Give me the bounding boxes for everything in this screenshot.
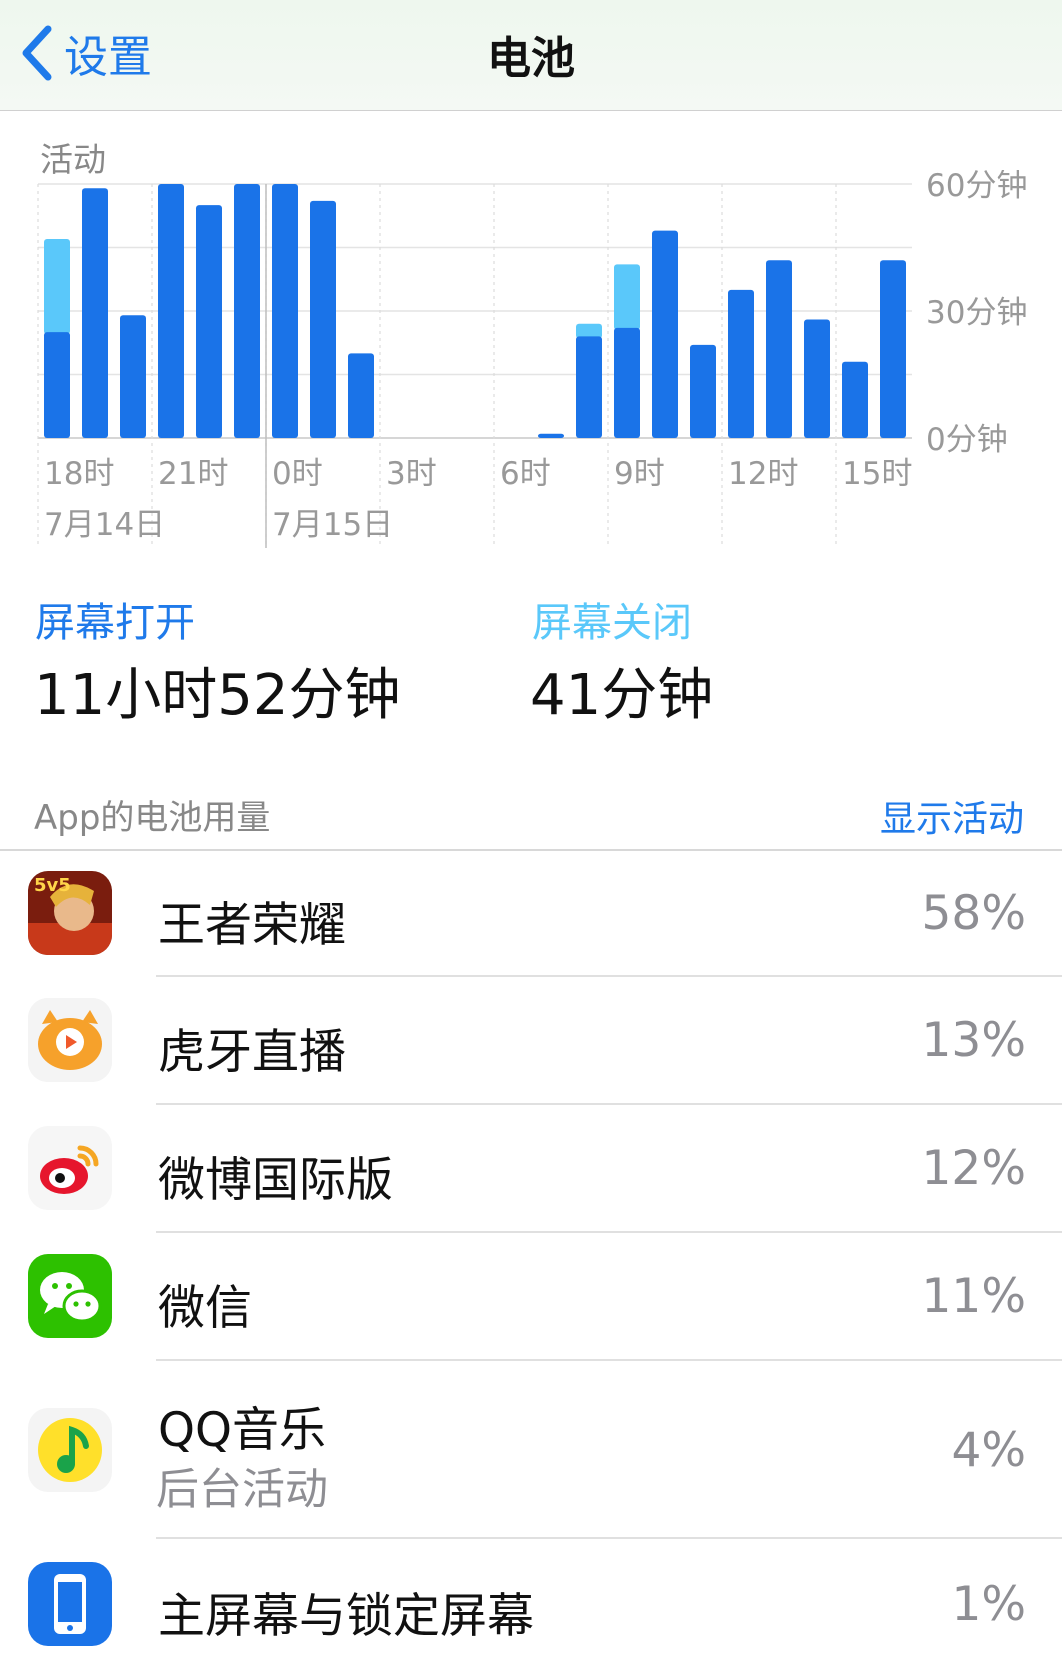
y-tick-label: 60分钟 bbox=[926, 170, 1027, 204]
bar-screen-on bbox=[690, 344, 716, 438]
app-name: 王者荣耀 bbox=[158, 898, 346, 953]
bar-screen-on bbox=[310, 200, 336, 438]
x-tick-label: 0时 bbox=[272, 456, 323, 492]
svg-text:5v5: 5v5 bbox=[34, 875, 71, 896]
bar-screen-on bbox=[348, 353, 374, 438]
app-row-qq-music[interactable]: QQ音乐 后台活动 4% bbox=[0, 1361, 1062, 1539]
date-label: 7月14日 bbox=[44, 507, 165, 543]
bar-screen-on bbox=[652, 230, 678, 438]
app-row-huya[interactable]: 虎牙直播 13% bbox=[0, 977, 1062, 1105]
bar-screen-on bbox=[120, 315, 146, 438]
app-percent: 11% bbox=[921, 1269, 1026, 1324]
app-name: 微博国际版 bbox=[158, 1153, 393, 1208]
screen-off-value: 41分钟 bbox=[530, 663, 714, 728]
bar-screen-on bbox=[804, 319, 830, 438]
y-tick-label: 0分钟 bbox=[926, 422, 1008, 458]
screen-off-label: 屏幕关闭 bbox=[532, 600, 692, 646]
app-subtitle: 后台活动 bbox=[156, 1465, 328, 1515]
bar-screen-on bbox=[44, 332, 70, 438]
show-activity-button[interactable]: 显示活动 bbox=[880, 790, 1024, 842]
bar-screen-off bbox=[576, 323, 602, 339]
bar-screen-on bbox=[272, 184, 298, 438]
bar-screen-on bbox=[766, 260, 792, 438]
x-tick-label: 6时 bbox=[500, 456, 551, 492]
app-usage-header: App的电池用量 bbox=[34, 798, 271, 838]
app-percent: 1% bbox=[951, 1577, 1026, 1632]
app-name: 主屏幕与锁定屏幕 bbox=[158, 1589, 534, 1644]
y-tick-label: 30分钟 bbox=[926, 295, 1027, 331]
bar-screen-off bbox=[614, 264, 640, 330]
x-tick-label: 12时 bbox=[728, 456, 798, 492]
bar-screen-on bbox=[196, 205, 222, 438]
bar-screen-on bbox=[842, 361, 868, 438]
wechat-icon bbox=[28, 1254, 112, 1338]
app-row-weibo[interactable]: 微博国际版 12% bbox=[0, 1105, 1062, 1233]
app-name: QQ音乐 bbox=[158, 1403, 326, 1458]
x-tick-label: 18时 bbox=[44, 456, 114, 492]
app-percent: 13% bbox=[921, 1013, 1026, 1068]
bar-screen-on bbox=[158, 184, 184, 438]
app-row-wechat[interactable]: 微信 11% bbox=[0, 1233, 1062, 1361]
bar-screen-on bbox=[234, 184, 260, 438]
bar-screen-on bbox=[728, 289, 754, 438]
app-percent: 4% bbox=[951, 1423, 1026, 1478]
app-row-home-lock-screen[interactable]: 主屏幕与锁定屏幕 1% bbox=[0, 1539, 1062, 1671]
home-lock-screen-icon bbox=[28, 1562, 112, 1646]
bar-screen-on bbox=[82, 188, 108, 438]
activity-chart: 60分钟 30分钟 0分钟 18时 21时 0时 3时 6时 9时 12时 15时 7月14日 7月15… bbox=[37, 170, 1027, 548]
app-row-honor-of-kings[interactable]: 5v5 王者荣耀 58% bbox=[0, 852, 1062, 977]
weibo-icon bbox=[28, 1126, 112, 1210]
x-tick-label: 9时 bbox=[614, 456, 665, 492]
date-label: 7月15日 bbox=[272, 507, 393, 543]
app-name: 微信 bbox=[158, 1281, 252, 1336]
app-name: 虎牙直播 bbox=[158, 1025, 346, 1080]
bar-screen-on bbox=[614, 327, 640, 438]
screen-on-value: 11小时52分钟 bbox=[34, 663, 401, 728]
app-percent: 58% bbox=[921, 886, 1026, 941]
huya-icon bbox=[28, 998, 112, 1082]
page-title: 电池 bbox=[487, 33, 575, 84]
bar-screen-off bbox=[44, 239, 70, 335]
qq-music-icon bbox=[28, 1408, 112, 1492]
bar-screen-on bbox=[880, 260, 906, 438]
navigation-bar: 设置 电池 bbox=[0, 0, 1062, 111]
bar-screen-on bbox=[576, 336, 602, 438]
bar-screen-on bbox=[538, 433, 564, 438]
divider bbox=[0, 849, 1062, 851]
x-tick-label: 3时 bbox=[386, 456, 437, 492]
x-tick-label: 21时 bbox=[158, 456, 228, 492]
app-percent: 12% bbox=[921, 1141, 1026, 1196]
x-tick-label: 15时 bbox=[842, 456, 912, 492]
screen-on-label: 屏幕打开 bbox=[35, 600, 195, 646]
honor-of-kings-icon: 5v5 bbox=[28, 871, 112, 955]
